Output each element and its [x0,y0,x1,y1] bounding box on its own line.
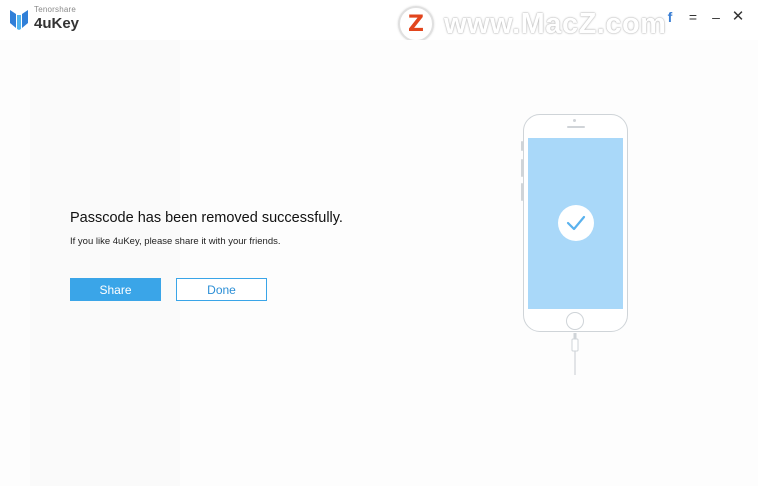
watermark: Z www.MacZ.com [398,6,666,42]
phone-screen [528,138,623,309]
watermark-badge-letter: Z [408,11,424,37]
phone-home-button [566,312,584,330]
close-icon[interactable]: ✕ [731,9,745,25]
minimize-icon[interactable]: – [709,9,723,25]
main-content [0,40,758,486]
watermark-badge: Z [398,6,434,42]
phone-speaker [567,126,585,128]
iphone-icon [521,114,628,332]
left-panel [30,40,180,486]
tenorshare-logo-icon [10,10,28,30]
phone-side-button [521,141,523,151]
share-button[interactable]: Share [70,278,161,301]
checkmark-icon [558,205,594,241]
title-bar: Tenorshare 4uKey Z www.MacZ.com f = – ✕ [0,0,758,42]
lightning-cable-icon [571,333,579,375]
phone-side-button [521,183,523,201]
watermark-text: www.MacZ.com [444,7,667,40]
success-headline: Passcode has been removed successfully. [70,210,343,226]
done-button[interactable]: Done [176,278,267,301]
share-prompt: If you like 4uKey, please share it with … [70,236,281,247]
app-name: 4uKey [34,15,80,32]
menu-icon[interactable]: = [686,9,700,25]
facebook-icon[interactable]: f [663,9,677,25]
phone-camera [573,119,576,122]
phone-side-button [521,159,523,177]
vendor-name: Tenorshare [34,5,77,14]
